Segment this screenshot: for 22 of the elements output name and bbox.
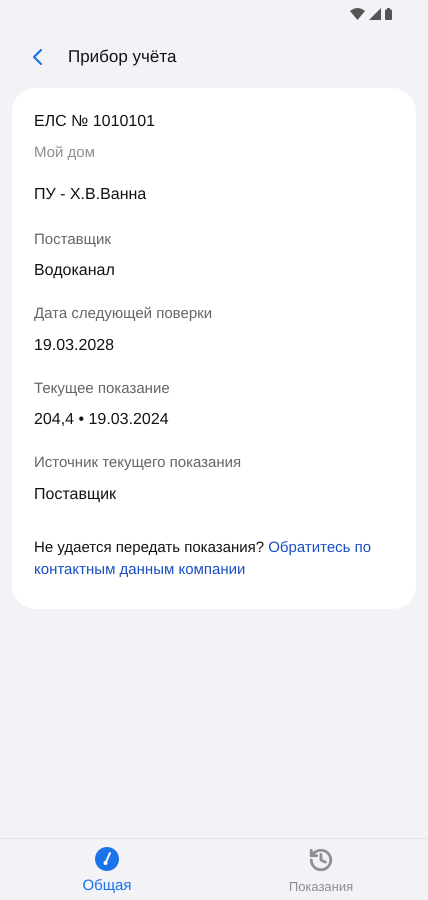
address-text: Мой дом	[34, 143, 96, 163]
field-label: Поставщик	[34, 230, 112, 250]
nav-tab[interactable]: Общая	[0, 839, 214, 900]
help-text: Не удается передать показания? Обратитесь по контактным данным компании	[34, 538, 372, 580]
signal-icon	[369, 8, 381, 20]
wifi-icon	[350, 8, 365, 20]
field-value: 204,4 • 19.03.2024	[34, 410, 170, 430]
meter-name: ПУ - Х.В.Ванна	[34, 184, 148, 204]
page-title: Прибор учёта	[68, 46, 176, 68]
account-number: ЕЛС № 1010101	[34, 112, 156, 132]
field-value: Поставщик	[34, 484, 118, 504]
contact-link[interactable]: Обратитесь по	[268, 538, 372, 556]
gauge-icon	[95, 847, 119, 871]
history-icon	[308, 847, 334, 873]
field-label: Источник текущего показания	[34, 453, 242, 473]
contact-link[interactable]: контактным данным компании	[34, 560, 246, 578]
field-label: Текущее показание	[34, 378, 171, 398]
field-value: 19.03.2028	[34, 336, 116, 356]
field-value: Водоканал	[34, 261, 116, 281]
field-label: Дата следующей поверки	[34, 304, 214, 324]
back-icon	[32, 48, 43, 66]
battery-icon	[385, 8, 392, 20]
